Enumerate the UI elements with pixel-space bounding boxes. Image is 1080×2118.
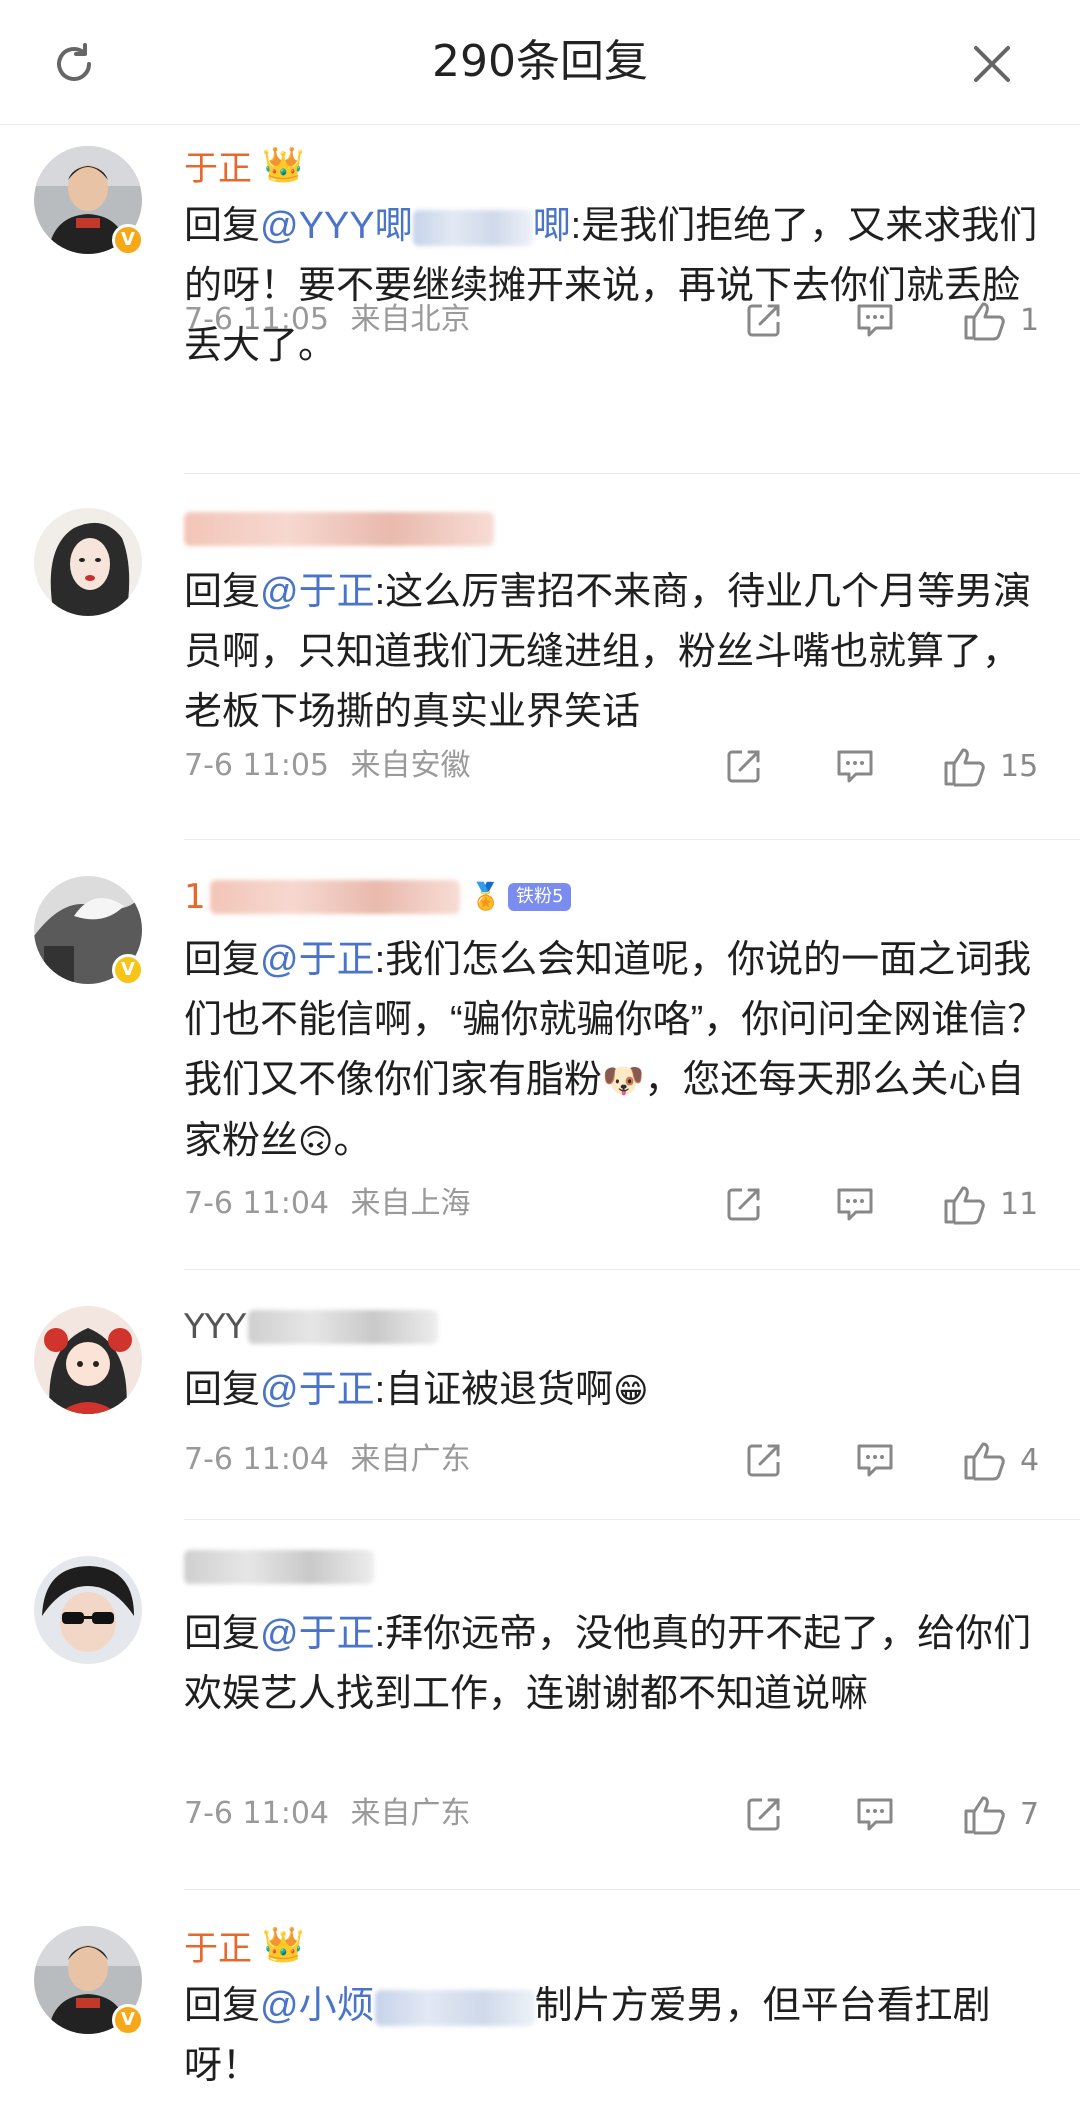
like-count: 1 xyxy=(1020,302,1040,338)
comment-time: 7-6 11:04 xyxy=(184,1796,329,1831)
blurred-username xyxy=(248,1310,439,1344)
comment-text: 回复@于正:我们怎么会知道呢，你说的一面之词我们也不能信啊，“骗你就骗你咯”，你… xyxy=(184,939,1046,1162)
share-button[interactable] xyxy=(724,746,764,786)
like-count: 7 xyxy=(1020,1796,1040,1832)
dog-emoji-icon: 🐶 xyxy=(602,1062,645,1100)
share-icon xyxy=(747,1798,780,1831)
comment-icon xyxy=(837,1188,873,1221)
comment-icon xyxy=(857,1444,893,1477)
blurred-mention xyxy=(412,209,533,246)
comment-item: 回复@于正:拜你远帝，没他真的开不起了，给你们欢娱艺人找到工作，连谢谢都不知道说… xyxy=(0,1520,1080,1890)
username[interactable]: YYY xyxy=(184,1307,246,1347)
mention-link[interactable]: @于正 xyxy=(260,571,375,613)
comment-text: 回复@YYY唧 唧:是我们拒绝了，又来求我们的呀！要不要继续摊开来说，再说下去你们… xyxy=(184,205,1038,367)
comment-item: 回复@于正:这么厉害招不来商，待业几个月等男演员啊，只知道我们无缝进组，粉丝斗嘴… xyxy=(0,474,1080,840)
comment-location: 来自广东 xyxy=(350,1442,471,1477)
avatar[interactable] xyxy=(34,508,142,616)
fan-level-badge: 铁粉5 xyxy=(508,883,572,911)
comment-location: 来自广东 xyxy=(350,1796,471,1831)
comment-meta: 7-6 11:04 来自广东 xyxy=(184,1440,471,1480)
like-button[interactable]: 1 xyxy=(962,298,1044,342)
like-button[interactable]: 11 xyxy=(942,1182,1038,1226)
comment-item: V 1 🏅 铁粉5 回复@于正:我们怎么会知道呢，你说的一面之词我们也不能信啊，… xyxy=(0,840,1080,1270)
close-button[interactable] xyxy=(962,34,1022,94)
avatar[interactable]: V xyxy=(34,146,144,256)
blurred-mention xyxy=(374,1989,535,2026)
page-title: 290条回复 xyxy=(432,36,648,87)
comment-location: 来自安徽 xyxy=(350,748,471,783)
blurred-username xyxy=(209,880,460,914)
mention-link[interactable]: @于正 xyxy=(260,1369,375,1411)
comment-time: 7-6 11:04 xyxy=(184,1186,329,1221)
avatar[interactable] xyxy=(34,1306,142,1414)
reply-header: 290条回复 xyxy=(0,0,1080,125)
comment-time: 7-6 11:05 xyxy=(184,302,329,337)
share-icon xyxy=(747,304,780,337)
comment-meta: 7-6 11:04 来自广东 xyxy=(184,1794,471,1834)
comment-text: 回复@小烦 制片方爱男，但平台看扛剧呀！ xyxy=(184,1985,991,2087)
like-count: 11 xyxy=(1000,1186,1039,1222)
mention-link[interactable]: @于正 xyxy=(260,1613,375,1655)
share-button[interactable] xyxy=(744,1440,784,1480)
like-icon xyxy=(964,302,1005,341)
like-button[interactable]: 4 xyxy=(962,1438,1044,1482)
comment-meta: 7-6 11:05 来自安徽 xyxy=(184,746,471,786)
share-button[interactable] xyxy=(724,1184,764,1224)
comment-text: 回复@于正:这么厉害招不来商，待业几个月等男演员啊，只知道我们无缝进组，粉丝斗嘴… xyxy=(184,571,1032,733)
like-icon xyxy=(944,1186,985,1225)
verified-badge-icon: V xyxy=(112,224,144,256)
verified-badge-icon: V xyxy=(112,954,144,986)
comment-button[interactable] xyxy=(854,1794,896,1834)
comment-icon xyxy=(857,1798,893,1831)
comment-item: YYY 回复@于正:自证被退货啊😁 7-6 11:04 来自广东 4 xyxy=(0,1270,1080,1520)
comment-text: 回复@于正:自证被退货啊😁 xyxy=(184,1369,649,1411)
username[interactable]: 于正 xyxy=(184,1921,252,1970)
username[interactable]: 1 xyxy=(184,877,206,917)
comment-meta: 7-6 11:04 来自上海 xyxy=(184,1184,471,1224)
share-icon xyxy=(747,1444,780,1477)
comment-button[interactable] xyxy=(854,300,896,340)
like-count: 4 xyxy=(1020,1442,1040,1478)
mention-link[interactable]: @于正 xyxy=(260,939,375,981)
avatar[interactable] xyxy=(34,1556,142,1664)
comment-location: 来自北京 xyxy=(350,302,471,337)
comment-time: 7-6 11:05 xyxy=(184,748,329,783)
like-icon xyxy=(964,1796,1005,1835)
share-icon xyxy=(727,750,760,783)
comment-icon xyxy=(837,750,873,783)
comment-button[interactable] xyxy=(834,746,876,786)
avatar[interactable]: V xyxy=(34,876,144,986)
like-button[interactable]: 15 xyxy=(942,744,1038,788)
comment-button[interactable] xyxy=(834,1184,876,1224)
comment-location: 来自上海 xyxy=(350,1186,471,1221)
comment-icon xyxy=(857,304,893,337)
share-button[interactable] xyxy=(744,1794,784,1834)
comment-item: V 于正 👑 回复@小烦 制片方爱男，但平台看扛剧呀！ xyxy=(0,1890,1080,2118)
share-icon xyxy=(727,1188,760,1221)
avatar[interactable]: V xyxy=(34,1926,144,2036)
like-count: 15 xyxy=(1000,748,1039,784)
like-icon xyxy=(964,1442,1005,1481)
blurred-username[interactable] xyxy=(184,512,494,546)
crown-icon: 👑 xyxy=(262,1925,305,1965)
comment-item: V 于正 👑 回复@YYY唧 唧:是我们拒绝了，又来求我们的呀！要不要继续摊开来说… xyxy=(0,124,1080,474)
close-icon xyxy=(974,46,1010,82)
grin-emoji-icon: 😁 xyxy=(613,1372,649,1410)
comment-button[interactable] xyxy=(854,1440,896,1480)
username[interactable]: 于正 xyxy=(184,141,252,190)
blurred-username[interactable] xyxy=(184,1550,374,1584)
like-icon xyxy=(944,748,985,787)
like-button[interactable]: 7 xyxy=(962,1792,1044,1836)
mention-link[interactable]: @YYY唧 xyxy=(260,205,413,247)
comment-time: 7-6 11:04 xyxy=(184,1442,329,1477)
crown-icon: 👑 xyxy=(262,145,305,185)
comment-text: 回复@于正:拜你远帝，没他真的开不起了，给你们欢娱艺人找到工作，连谢谢都不知道说… xyxy=(184,1613,1032,1715)
verified-badge-icon: V xyxy=(112,2004,144,2036)
comment-meta: 7-6 11:05 来自北京 xyxy=(184,300,471,340)
upside-down-face-icon: 🙃 xyxy=(298,1123,334,1161)
mention-link[interactable]: @小烦 xyxy=(260,1985,375,2027)
fan-crown-icon: 🏅 xyxy=(469,882,503,912)
share-button[interactable] xyxy=(744,300,784,340)
